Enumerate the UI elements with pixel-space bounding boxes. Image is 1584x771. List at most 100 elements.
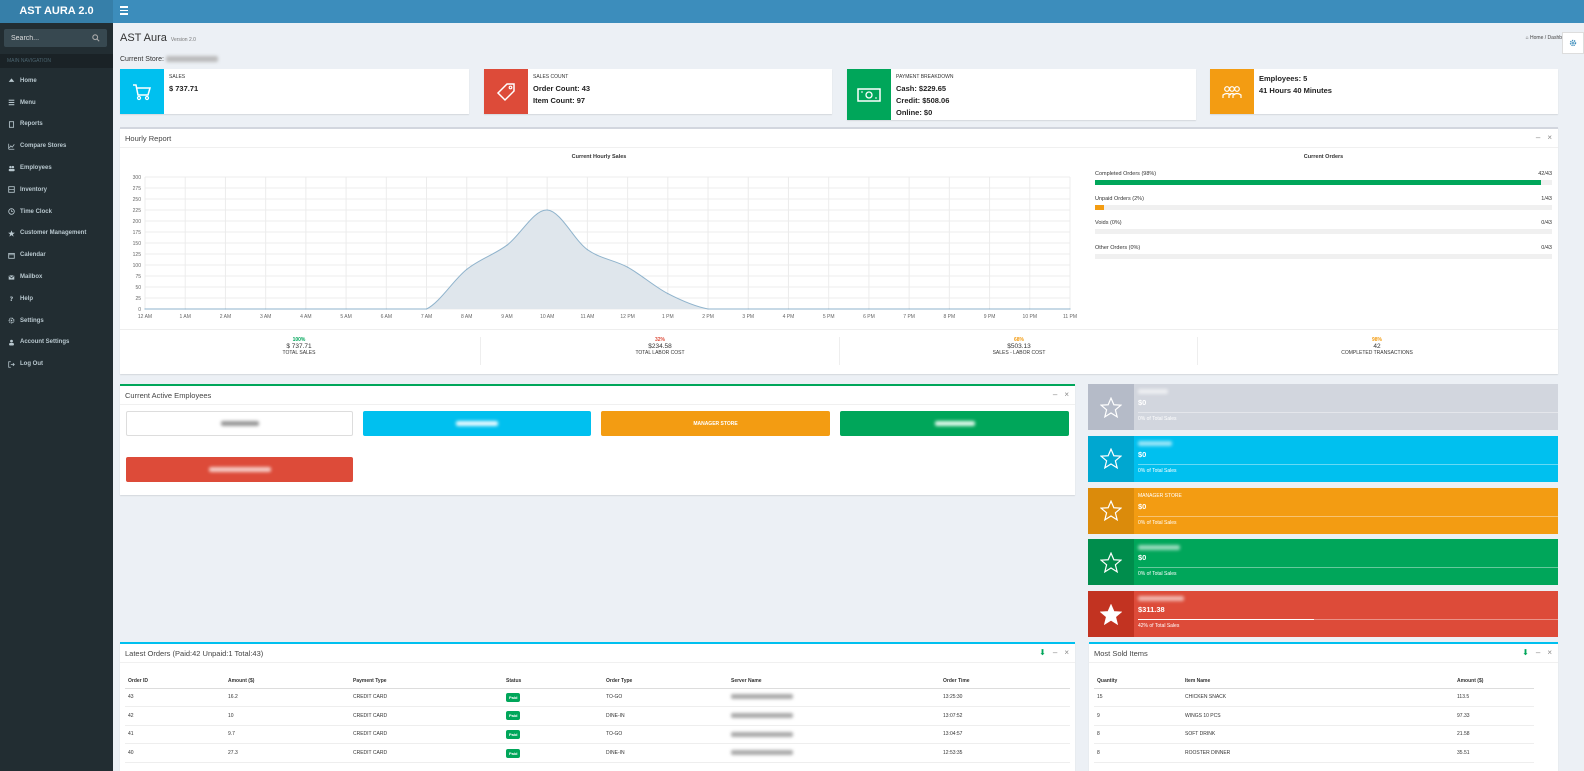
cart-icon bbox=[120, 69, 164, 114]
download-icon[interactable]: ⬇ bbox=[1039, 648, 1046, 657]
employee-button[interactable] bbox=[126, 411, 353, 436]
users-icon bbox=[1210, 69, 1254, 114]
order-time: 13:25:30 bbox=[940, 688, 1070, 708]
order-amount: 27.3 bbox=[225, 743, 350, 763]
order-type: TO-GO bbox=[603, 688, 728, 708]
column-header[interactable]: Order ID bbox=[125, 674, 225, 689]
sidebar-item-inventory[interactable]: Inventory bbox=[0, 179, 113, 201]
collapse-button[interactable]: – bbox=[1536, 648, 1540, 657]
order-payment: CREDIT CARD bbox=[350, 743, 503, 763]
order-amount: 9.7 bbox=[225, 725, 350, 745]
close-button[interactable]: × bbox=[1547, 133, 1552, 142]
sales-data-point bbox=[425, 308, 428, 310]
summary-stat: 98% 42 COMPLETED TRANSACTIONS bbox=[1317, 337, 1437, 356]
y-tick-label: 50 bbox=[135, 285, 141, 291]
table-row[interactable]: 40 27.3 CREDIT CARD Paid DINE-IN 12:53:35 bbox=[125, 743, 1070, 763]
close-button[interactable]: × bbox=[1064, 390, 1069, 399]
progress-fill bbox=[1095, 204, 1105, 210]
sidebar-item-mailbox[interactable]: Mailbox bbox=[0, 266, 113, 288]
sales-data-point bbox=[707, 308, 709, 310]
sales-data-point bbox=[224, 308, 227, 310]
collapse-button[interactable]: – bbox=[1053, 648, 1057, 657]
column-header[interactable]: Payment Type bbox=[350, 674, 503, 689]
item-amount: 113.5 bbox=[1454, 688, 1534, 708]
progress-label: Other Orders (0%) bbox=[1095, 244, 1141, 251]
item-name: SOFT DRINK bbox=[1182, 725, 1454, 745]
table-row[interactable]: 43 16.2 CREDIT CARD Paid TO-GO 13:25:30 bbox=[125, 688, 1070, 708]
sidebar-item-log-out[interactable]: Log Out bbox=[0, 353, 113, 375]
close-button[interactable]: × bbox=[1547, 648, 1552, 657]
sidebar-item-home[interactable]: Home bbox=[0, 70, 113, 92]
tag-icon bbox=[484, 69, 528, 114]
stat-separator bbox=[839, 337, 840, 365]
collapse-button[interactable]: – bbox=[1053, 390, 1057, 399]
y-tick-label: 250 bbox=[133, 197, 142, 203]
settings-gear-button[interactable] bbox=[1562, 32, 1584, 54]
y-tick-label: 125 bbox=[133, 252, 142, 258]
employee-button[interactable] bbox=[363, 411, 591, 436]
download-icon[interactable]: ⬇ bbox=[1522, 648, 1529, 657]
table-row[interactable]: 8 SOFT DRINK 21.58 bbox=[1094, 725, 1534, 745]
stat-value: $234.58 bbox=[648, 343, 672, 350]
column-header[interactable]: Quantity bbox=[1094, 674, 1182, 689]
collapse-button[interactable]: – bbox=[1536, 133, 1540, 142]
employee-sales-percent: 0% of Total Sales bbox=[1138, 416, 1177, 422]
sidebar-item-employees[interactable]: Employees bbox=[0, 157, 113, 179]
column-header[interactable]: Status bbox=[503, 674, 603, 689]
svg-text:?: ? bbox=[9, 296, 13, 302]
sidebar-item-customer-management[interactable]: Customer Management bbox=[0, 223, 113, 245]
breadcrumb-home[interactable]: Home bbox=[1530, 35, 1543, 41]
latest-orders-table: Order ID Amount ($) Payment Type Status Orde… bbox=[125, 674, 1070, 763]
sales-data-point bbox=[1069, 308, 1071, 310]
sales-share-track bbox=[1138, 515, 1558, 517]
sidebar-item-reports[interactable]: Reports bbox=[0, 114, 113, 136]
gear-icon bbox=[7, 317, 15, 325]
sidebar-item-label: Menu bbox=[20, 99, 36, 106]
employee-sales-value: $0 bbox=[1138, 398, 1147, 407]
order-progress: Completed Orders (98%) 42/43 bbox=[1095, 171, 1552, 185]
sidebar-item-account-settings[interactable]: Account Settings bbox=[0, 332, 113, 354]
progress-value: 0/43 bbox=[1541, 220, 1552, 226]
envelope-icon bbox=[7, 273, 15, 281]
employee-button[interactable] bbox=[126, 457, 353, 482]
stat-separator bbox=[480, 337, 481, 365]
sidebar-header: MAIN NAVIGATION bbox=[0, 54, 113, 68]
search-icon[interactable] bbox=[92, 34, 100, 42]
main-content: AST Aura Version 2.0 ⌂ Home / Dashb Curre… bbox=[113, 23, 1584, 771]
table-row[interactable]: 42 10 CREDIT CARD Paid DINE-IN 13:07:52 bbox=[125, 706, 1070, 726]
x-tick-label: 6 AM bbox=[381, 314, 392, 320]
employee-button[interactable] bbox=[840, 411, 1069, 436]
table-row[interactable]: 8 ROOSTER DINNER 35.51 bbox=[1094, 743, 1534, 763]
sidebar-toggle-icon[interactable] bbox=[120, 6, 128, 16]
active-employees-box: Current Active Employees – × MANAGER STOR… bbox=[120, 384, 1075, 495]
column-header[interactable]: Order Time bbox=[940, 674, 1070, 689]
sidebar-item-time-clock[interactable]: Time Clock bbox=[0, 201, 113, 223]
employee-sales-percent: 0% of Total Sales bbox=[1138, 467, 1177, 474]
y-tick-label: 25 bbox=[135, 296, 141, 302]
column-header[interactable]: Amount ($) bbox=[1454, 674, 1534, 689]
table-row[interactable]: 41 9.7 CREDIT CARD Paid TO-GO 13:04:57 bbox=[125, 725, 1070, 745]
sidebar-item-menu[interactable]: Menu bbox=[0, 92, 113, 114]
sidebar-item-settings[interactable]: Settings bbox=[0, 310, 113, 332]
x-tick-label: 5 AM bbox=[340, 314, 351, 320]
progress-label: Voids (0%) bbox=[1095, 220, 1122, 226]
table-row[interactable]: 9 WINGS 10 PCS 97.33 bbox=[1094, 706, 1534, 726]
column-header[interactable]: Server Name bbox=[728, 674, 940, 689]
table-row[interactable]: 15 CHICKEN SNACK 113.5 bbox=[1094, 688, 1534, 708]
x-tick-label: 10 AM bbox=[540, 314, 554, 320]
store-name-redacted bbox=[165, 56, 218, 63]
status-badge: Paid bbox=[506, 692, 521, 702]
column-header[interactable]: Item Name bbox=[1182, 674, 1454, 689]
sidebar-item-compare-stores[interactable]: Compare Stores bbox=[0, 135, 113, 157]
sidebar-item-help[interactable]: ? Help bbox=[0, 288, 113, 310]
payment-info-box: PAYMENT BREAKDOWN Cash: $229.65 Credit: … bbox=[847, 69, 1196, 120]
column-header[interactable]: Order Type bbox=[603, 674, 728, 689]
sales-share-track bbox=[1138, 567, 1558, 569]
employee-button-manager[interactable]: MANAGER STORE bbox=[601, 411, 830, 436]
close-button[interactable]: × bbox=[1064, 648, 1069, 657]
sales-data-point bbox=[828, 308, 830, 310]
app-logo[interactable]: AST AURA 2.0 bbox=[0, 0, 113, 23]
sidebar-search-input[interactable] bbox=[4, 29, 94, 47]
sidebar-item-calendar[interactable]: Calendar bbox=[0, 244, 113, 266]
column-header[interactable]: Amount ($) bbox=[225, 674, 350, 689]
